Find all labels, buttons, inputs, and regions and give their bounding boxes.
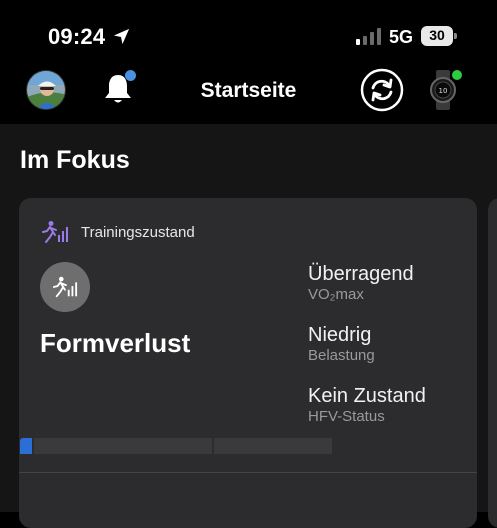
metric-value: Niedrig — [308, 324, 372, 346]
training-status-card[interactable]: Trainingszustand Formverlust Überragend … — [19, 198, 477, 528]
status-badge — [40, 262, 90, 312]
metric-label: HFV-Status — [308, 408, 385, 425]
sync-button[interactable] — [360, 68, 404, 112]
device-connected-dot — [452, 70, 462, 80]
running-figure-icon — [52, 276, 78, 298]
next-card-edge[interactable] — [488, 198, 497, 528]
page-title: Startseite — [200, 79, 297, 102]
running-figure-icon — [42, 221, 68, 243]
divider — [19, 472, 477, 473]
partially-visible-content — [20, 432, 440, 454]
metric-hrv-status: Kein Zustand HFV-Status — [308, 384, 426, 426]
metric-value: Überragend — [308, 263, 414, 285]
network-type: 5G — [389, 27, 414, 47]
device-button[interactable]: 10 — [428, 68, 462, 112]
svg-text:10: 10 — [439, 87, 448, 95]
metric-load: Niedrig Belastung — [308, 323, 375, 365]
top-nav: Startseite 10 — [0, 62, 497, 124]
metric-label: VO₂max — [308, 286, 364, 303]
status-time: 09:24 — [48, 24, 106, 49]
battery-percent: 30 — [429, 27, 445, 43]
location-arrow-icon — [113, 28, 130, 45]
section-title: Im Fokus — [20, 146, 130, 174]
metric-label: Belastung — [308, 347, 375, 364]
sync-icon — [360, 68, 404, 112]
metric-value: Kein Zustand — [308, 385, 426, 407]
metric-vo2max: Überragend VO₂max — [308, 262, 414, 304]
signal-icon — [356, 28, 381, 45]
battery-icon: 30 — [421, 26, 457, 46]
status-bar: 09:24 5G 30 — [0, 0, 497, 62]
training-state: Formverlust — [40, 328, 191, 358]
card-title: Trainingszustand — [81, 224, 195, 241]
main-content: Im Fokus Trainingszustand Formverlust Üb… — [0, 124, 497, 528]
